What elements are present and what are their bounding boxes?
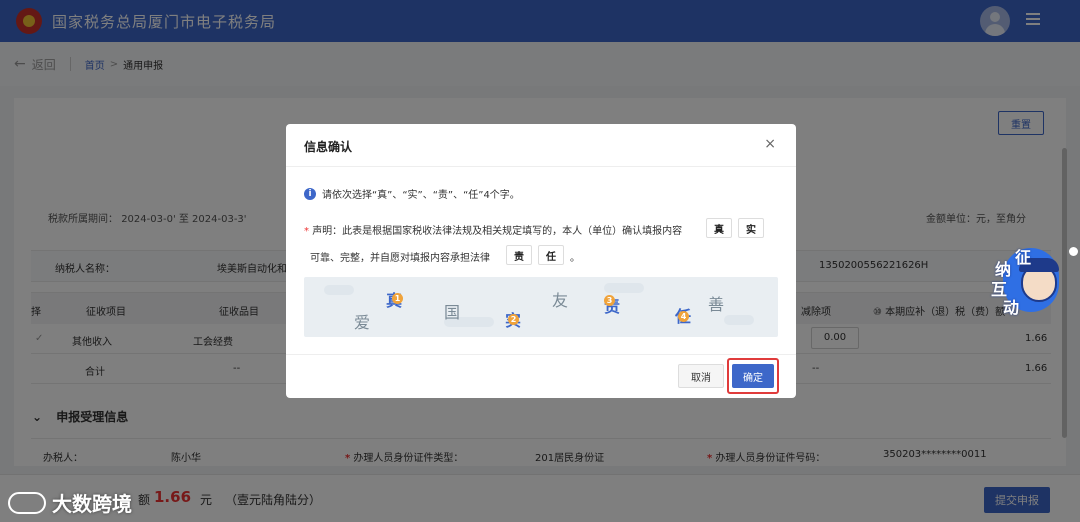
watermark: 大数跨境: [8, 488, 132, 517]
captcha-char[interactable]: 友: [552, 287, 568, 311]
captcha-char[interactable]: 爱: [354, 309, 370, 333]
dialog-divider: [286, 166, 796, 167]
info-icon: i: [304, 187, 316, 200]
cancel-button[interactable]: 取消: [678, 364, 724, 388]
selected-char-slot[interactable]: 任: [538, 245, 564, 265]
declaration-line-1: * 声明：此表是根据国家税收法律法规及相关规定填写的，本人（单位）确认填报内容: [304, 222, 682, 237]
captcha-noise: [724, 315, 754, 325]
assistant-mascot[interactable]: 征 纳 互 动: [985, 244, 1067, 318]
captcha-noise: [604, 283, 644, 293]
declaration-text-1: 声明：此表是根据国家税收法律法规及相关规定填写的，本人（单位）确认填报内容: [312, 226, 683, 237]
confirm-dialog: 信息确认 × i 请依次选择“真”、“实”、“责”、“任”4个字。 * 声明：此…: [286, 124, 796, 398]
captcha-noise: [324, 285, 354, 295]
captcha-char[interactable]: 善: [708, 291, 724, 315]
click-order-badge: 4: [678, 311, 689, 322]
side-handle-icon[interactable]: [1069, 247, 1078, 256]
selected-char-slot[interactable]: 真: [706, 218, 732, 238]
dialog-title: 信息确认: [304, 140, 353, 154]
dialog-footer-divider: [286, 354, 796, 355]
mascot-char: 动: [1003, 298, 1020, 317]
selected-char-slot[interactable]: 实: [738, 218, 764, 238]
watermark-text: 大数跨境: [52, 492, 132, 516]
click-order-badge: 1: [392, 293, 403, 304]
confirm-highlight: 确定: [727, 358, 779, 394]
close-icon[interactable]: ×: [764, 136, 776, 152]
hint-text: 请依次选择“真”、“实”、“责”、“任”4个字。: [322, 190, 520, 201]
instruction-hint: i 请依次选择“真”、“实”、“责”、“任”4个字。: [304, 186, 520, 201]
click-order-badge: 3: [604, 295, 615, 306]
captcha-image[interactable]: 真 爱 国 实 友 责 任 善 1 2 3 4: [304, 277, 778, 337]
declaration-text-2: 可靠、完整，并自愿对填报内容承担法律: [310, 253, 490, 264]
selected-char-slot[interactable]: 责: [506, 245, 532, 265]
declaration-period: 。: [570, 253, 580, 264]
watermark-logo-icon: [8, 491, 46, 514]
required-mark: *: [304, 226, 309, 237]
confirm-button[interactable]: 确定: [732, 364, 774, 388]
mascot-char: 征: [1015, 248, 1032, 267]
captcha-char[interactable]: 国: [444, 299, 460, 323]
click-order-badge: 2: [508, 314, 519, 325]
